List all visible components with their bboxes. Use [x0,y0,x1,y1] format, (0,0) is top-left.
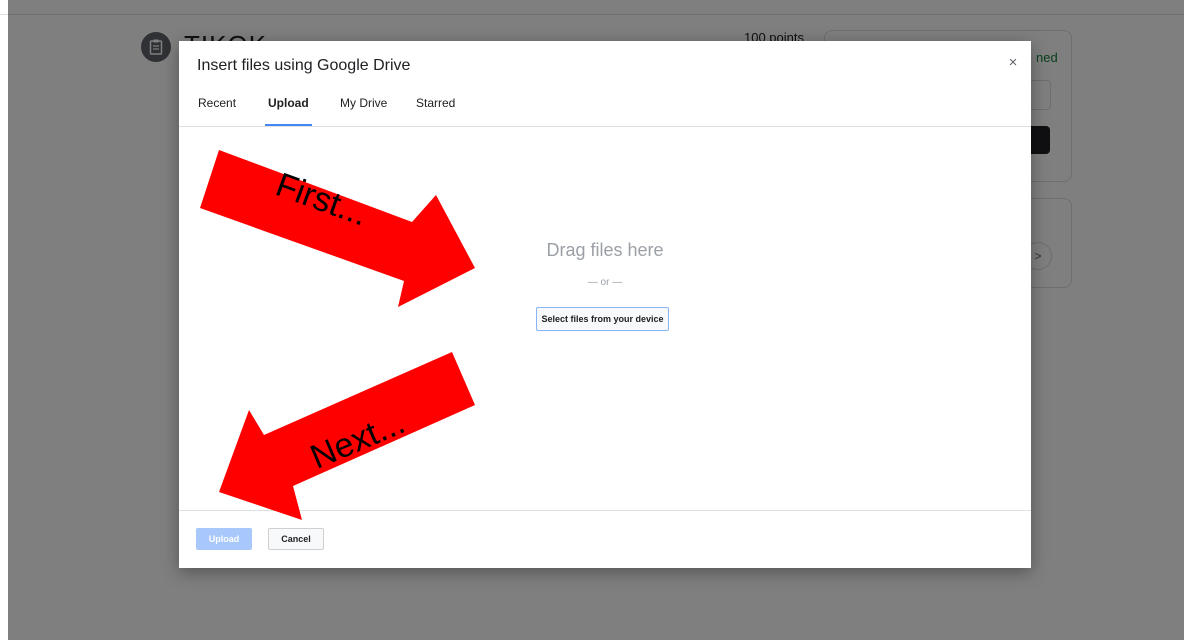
google-drive-picker-dialog: Insert files using Google Drive × Recent… [179,41,1031,568]
dialog-title: Insert files using Google Drive [197,57,411,74]
tab-my-drive[interactable]: My Drive [340,96,387,126]
upload-button[interactable]: Upload [196,528,252,550]
cancel-button[interactable]: Cancel [268,528,324,550]
drop-zone-label: Drag files here [546,240,664,260]
tab-starred[interactable]: Starred [416,96,455,126]
select-files-button[interactable]: Select files from your device [536,307,669,331]
close-icon[interactable]: × [1005,55,1021,71]
dialog-footer: Upload Cancel [179,510,1031,568]
tab-upload[interactable]: Upload [265,96,312,126]
or-separator: — or — [587,277,623,288]
dialog-header: Insert files using Google Drive × Recent… [179,41,1031,127]
tab-recent[interactable]: Recent [198,96,236,126]
